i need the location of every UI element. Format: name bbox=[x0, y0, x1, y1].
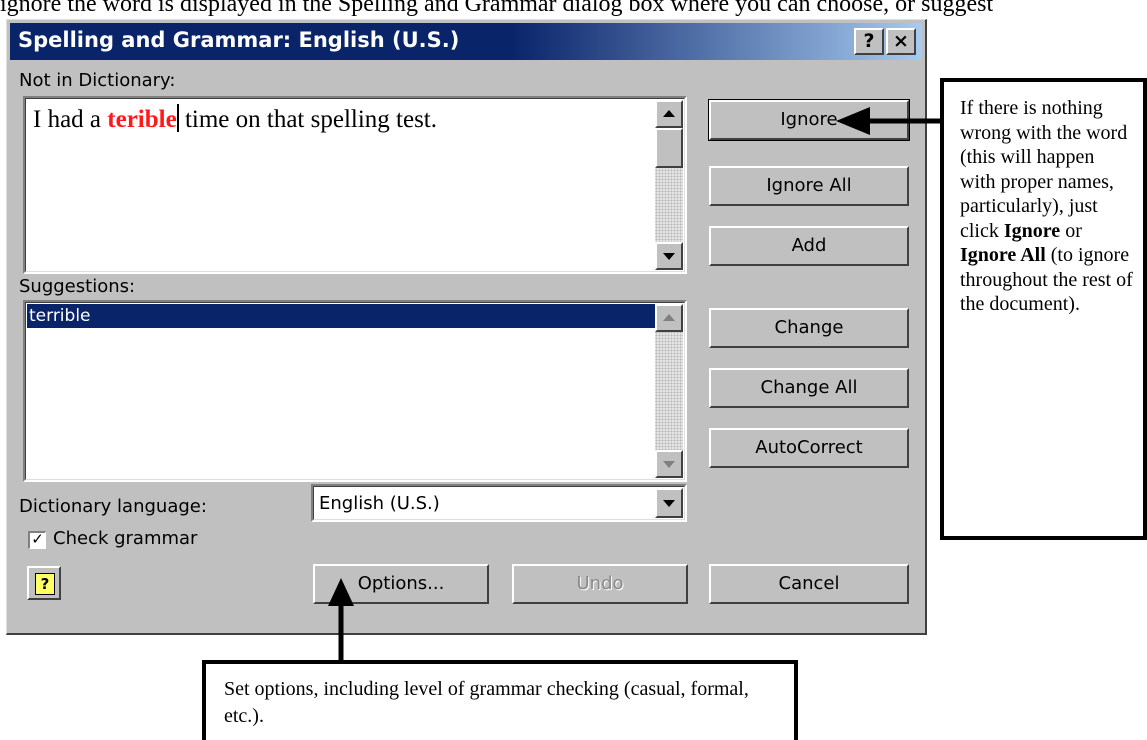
arrow-to-options-icon bbox=[328, 578, 354, 606]
arrow-to-ignore-icon bbox=[836, 107, 870, 135]
callout-arrows bbox=[328, 107, 943, 662]
